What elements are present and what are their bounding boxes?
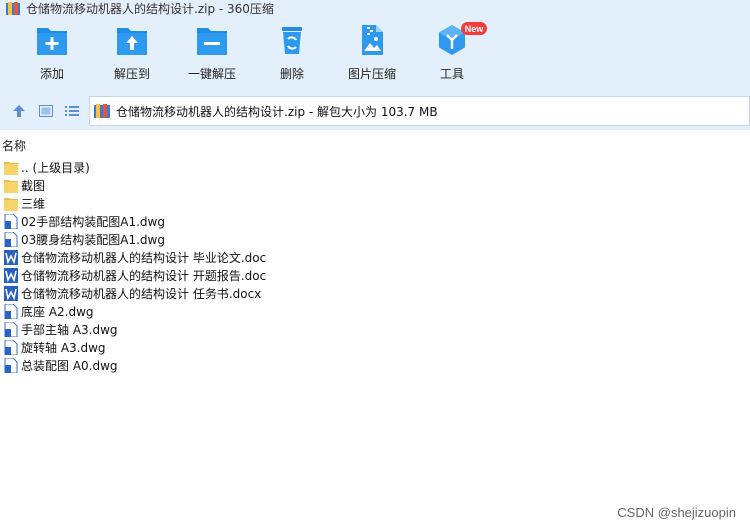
dwg-file-icon <box>4 231 18 247</box>
window-title: 仓储物流移动机器人的结构设计.zip - 360压缩 <box>26 1 274 16</box>
tools-button[interactable]: New 工具 <box>412 22 492 84</box>
file-name: 旋转轴 A3.dwg <box>21 340 106 355</box>
dwg-file-icon <box>4 213 18 229</box>
file-name: 总装配图 A0.dwg <box>21 358 118 373</box>
title-bar: 仓储物流移动机器人的结构设计.zip - 360压缩 <box>0 0 750 16</box>
file-list: .. (上级目录) 截图 三维 02手部结构装配图A1.dwg 03腰身结构装配… <box>0 158 750 374</box>
up-button[interactable] <box>10 102 28 120</box>
word-file-icon <box>4 267 18 283</box>
toolbar: 添加 解压到 一键解压 删除 图片压缩 New 工具 <box>0 22 750 84</box>
delete-button[interactable]: 删除 <box>252 22 332 84</box>
file-name: 02手部结构装配图A1.dwg <box>21 214 165 229</box>
file-name: 仓储物流移动机器人的结构设计 毕业论文.doc <box>21 250 267 265</box>
column-header-name[interactable]: 名称 <box>0 136 750 154</box>
dwg-file-icon <box>4 321 18 337</box>
watermark: CSDN @shejizuopin <box>617 505 736 520</box>
list-item[interactable]: 手部主轴 A3.dwg <box>0 320 750 338</box>
list-item[interactable]: 底座 A2.dwg <box>0 302 750 320</box>
list-item[interactable]: 03腰身结构装配图A1.dwg <box>0 230 750 248</box>
extract-to-icon <box>117 28 147 55</box>
list-view-icon <box>65 106 79 116</box>
navigation-bar: 仓储物流移动机器人的结构设计.zip - 解包大小为 103.7 MB <box>0 96 750 126</box>
one-click-extract-button[interactable]: 一键解压 <box>172 22 252 84</box>
one-click-extract-label: 一键解压 <box>187 67 236 81</box>
add-label: 添加 <box>39 67 64 81</box>
extract-to-button[interactable]: 解压到 <box>92 22 172 84</box>
dwg-file-icon <box>4 303 18 319</box>
arrow-up-icon <box>13 105 25 117</box>
details-view-icon <box>39 105 53 117</box>
address-bar[interactable]: 仓储物流移动机器人的结构设计.zip - 解包大小为 103.7 MB <box>89 96 750 126</box>
dwg-file-icon <box>4 339 18 355</box>
file-name: 三维 <box>21 196 46 211</box>
folder-icon <box>4 161 18 175</box>
folder-icon <box>4 197 18 211</box>
list-view-button[interactable] <box>63 102 81 120</box>
file-name: 截图 <box>21 178 46 193</box>
list-item[interactable]: 仓储物流移动机器人的结构设计 毕业论文.doc <box>0 248 750 266</box>
file-name: 仓储物流移动机器人的结构设计 任务书.docx <box>21 286 262 301</box>
add-folder-icon <box>37 28 67 55</box>
folder-icon <box>4 179 18 193</box>
list-item[interactable]: 仓储物流移动机器人的结构设计 开题报告.doc <box>0 266 750 284</box>
list-item[interactable]: 02手部结构装配图A1.dwg <box>0 212 750 230</box>
dwg-file-icon <box>4 357 18 373</box>
recycle-bin-icon <box>282 27 302 54</box>
address-text: 仓储物流移动机器人的结构设计.zip - 解包大小为 103.7 MB <box>116 104 438 119</box>
list-item[interactable]: 总装配图 A0.dwg <box>0 356 750 374</box>
details-view-button[interactable] <box>37 102 55 120</box>
image-compress-icon <box>362 25 383 55</box>
tools-label: 工具 <box>439 67 464 81</box>
list-item[interactable]: 旋转轴 A3.dwg <box>0 338 750 356</box>
add-button[interactable]: 添加 <box>12 22 92 84</box>
archive-icon <box>6 1 20 15</box>
list-item[interactable]: 截图 <box>0 176 750 194</box>
one-click-extract-icon <box>197 28 227 55</box>
new-badge: New <box>461 22 487 35</box>
file-name: 底座 A2.dwg <box>21 304 94 319</box>
extract-to-label: 解压到 <box>113 67 150 81</box>
delete-label: 删除 <box>279 67 304 81</box>
word-file-icon <box>4 249 18 265</box>
file-name: 手部主轴 A3.dwg <box>21 322 118 337</box>
archive-icon <box>94 104 110 118</box>
file-name: 仓储物流移动机器人的结构设计 开题报告.doc <box>21 268 267 283</box>
file-name: 03腰身结构装配图A1.dwg <box>21 232 165 247</box>
image-compress-button[interactable]: 图片压缩 <box>332 22 412 84</box>
list-item[interactable]: 三维 <box>0 194 750 212</box>
top-panel: 仓储物流移动机器人的结构设计.zip - 360压缩 添加 解压到 一键解压 删… <box>0 0 750 130</box>
list-item[interactable]: 仓储物流移动机器人的结构设计 任务书.docx <box>0 284 750 302</box>
file-name: .. (上级目录) <box>21 160 90 175</box>
word-file-icon <box>4 285 18 301</box>
column-header-label: 名称 <box>2 138 27 153</box>
image-compress-label: 图片压缩 <box>347 67 396 81</box>
list-item[interactable]: .. (上级目录) <box>0 158 750 176</box>
